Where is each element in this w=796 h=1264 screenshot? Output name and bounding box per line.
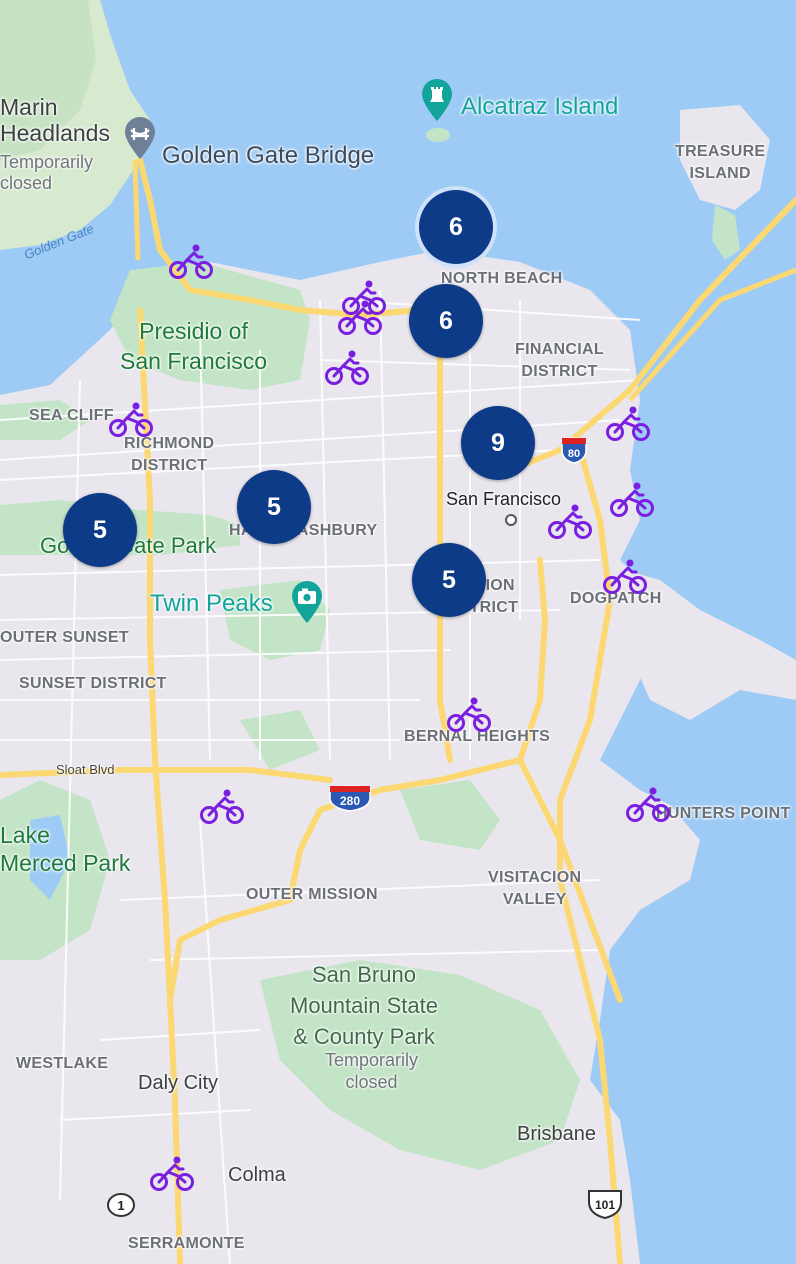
label-westlake: WESTLAKE bbox=[16, 1055, 109, 1072]
cluster-marker[interactable]: 9 bbox=[461, 406, 535, 480]
label-financial-district: FINANCIAL DISTRICT bbox=[515, 341, 604, 380]
label-daly-city: Daly City bbox=[138, 1072, 219, 1094]
label-marin-headlands: Marin Headlands bbox=[0, 94, 110, 147]
ca1-label: 1 bbox=[117, 1198, 124, 1213]
cluster-marker[interactable]: 6 bbox=[419, 190, 493, 264]
label-brisbane: Brisbane bbox=[517, 1123, 596, 1145]
bicycle-icon[interactable] bbox=[624, 786, 672, 824]
label-san-francisco: San Francisco bbox=[446, 489, 562, 509]
label-treasure-island: TREASURE ISLAND bbox=[675, 143, 766, 182]
label-marin-status: Temporarily closed bbox=[0, 152, 94, 193]
label-outer-mission: OUTER MISSION bbox=[246, 886, 378, 903]
bicycle-icon[interactable] bbox=[323, 349, 371, 387]
label-golden-gate-bridge[interactable]: Golden Gate Bridge bbox=[162, 144, 374, 168]
interstate-280-shield: 280 bbox=[329, 785, 371, 812]
bicycle-icon[interactable] bbox=[601, 558, 649, 596]
label-lake-merced: Lake Merced Park bbox=[0, 822, 131, 876]
cluster-marker[interactable]: 6 bbox=[409, 284, 483, 358]
bicycle-icon[interactable] bbox=[336, 299, 384, 337]
label-north-beach: NORTH BEACH bbox=[441, 270, 563, 287]
label-hunters-point: HUNTERS POINT bbox=[656, 805, 791, 822]
label-san-bruno-mountain: San Bruno Mountain State & County Park bbox=[290, 962, 438, 1049]
map-view[interactable]: Marin Headlands Temporarily closed Golde… bbox=[0, 0, 796, 1264]
bicycle-icon[interactable] bbox=[608, 481, 656, 519]
bridge-icon[interactable] bbox=[123, 116, 157, 160]
label-sunset-district: SUNSET DISTRICT bbox=[19, 675, 167, 692]
cluster-marker[interactable]: 5 bbox=[412, 543, 486, 617]
interstate-80-shield: 80 bbox=[561, 437, 587, 464]
bicycle-icon[interactable] bbox=[148, 1155, 196, 1193]
label-presidio: Presidio of San Francisco bbox=[120, 318, 268, 374]
label-sea-cliff: SEA CLIFF bbox=[29, 407, 114, 424]
label-san-bruno-status: Temporarily closed bbox=[325, 1050, 419, 1092]
bicycle-icon[interactable] bbox=[167, 243, 215, 281]
cluster-marker[interactable]: 5 bbox=[63, 493, 137, 567]
label-outer-sunset: OUTER SUNSET bbox=[0, 629, 129, 646]
bicycle-icon[interactable] bbox=[445, 696, 493, 734]
i80-label: 80 bbox=[568, 448, 580, 460]
bicycle-icon[interactable] bbox=[198, 788, 246, 826]
us-101-shield: 101 bbox=[588, 1190, 622, 1220]
bicycle-icon[interactable] bbox=[546, 503, 594, 541]
label-twin-peaks[interactable]: Twin Peaks bbox=[150, 592, 273, 616]
label-alcatraz[interactable]: Alcatraz Island bbox=[461, 95, 618, 119]
ca-1-shield: 1 bbox=[107, 1193, 135, 1217]
label-richmond-district: RICHMOND DISTRICT bbox=[124, 435, 215, 475]
us101-label: 101 bbox=[595, 1198, 615, 1212]
label-visitacion-valley: VISITACION VALLEY bbox=[488, 869, 582, 908]
city-center-dot bbox=[505, 514, 517, 526]
cluster-marker[interactable]: 5 bbox=[237, 470, 311, 544]
label-serramonte: SERRAMONTE bbox=[128, 1235, 245, 1252]
camera-icon[interactable] bbox=[290, 580, 324, 624]
landmark-tower-icon[interactable] bbox=[420, 78, 454, 122]
bicycle-icon[interactable] bbox=[107, 401, 155, 439]
label-colma: Colma bbox=[228, 1164, 286, 1186]
i280-label: 280 bbox=[340, 794, 360, 808]
label-sloat-blvd: Sloat Blvd bbox=[56, 762, 115, 777]
bicycle-icon[interactable] bbox=[604, 405, 652, 443]
